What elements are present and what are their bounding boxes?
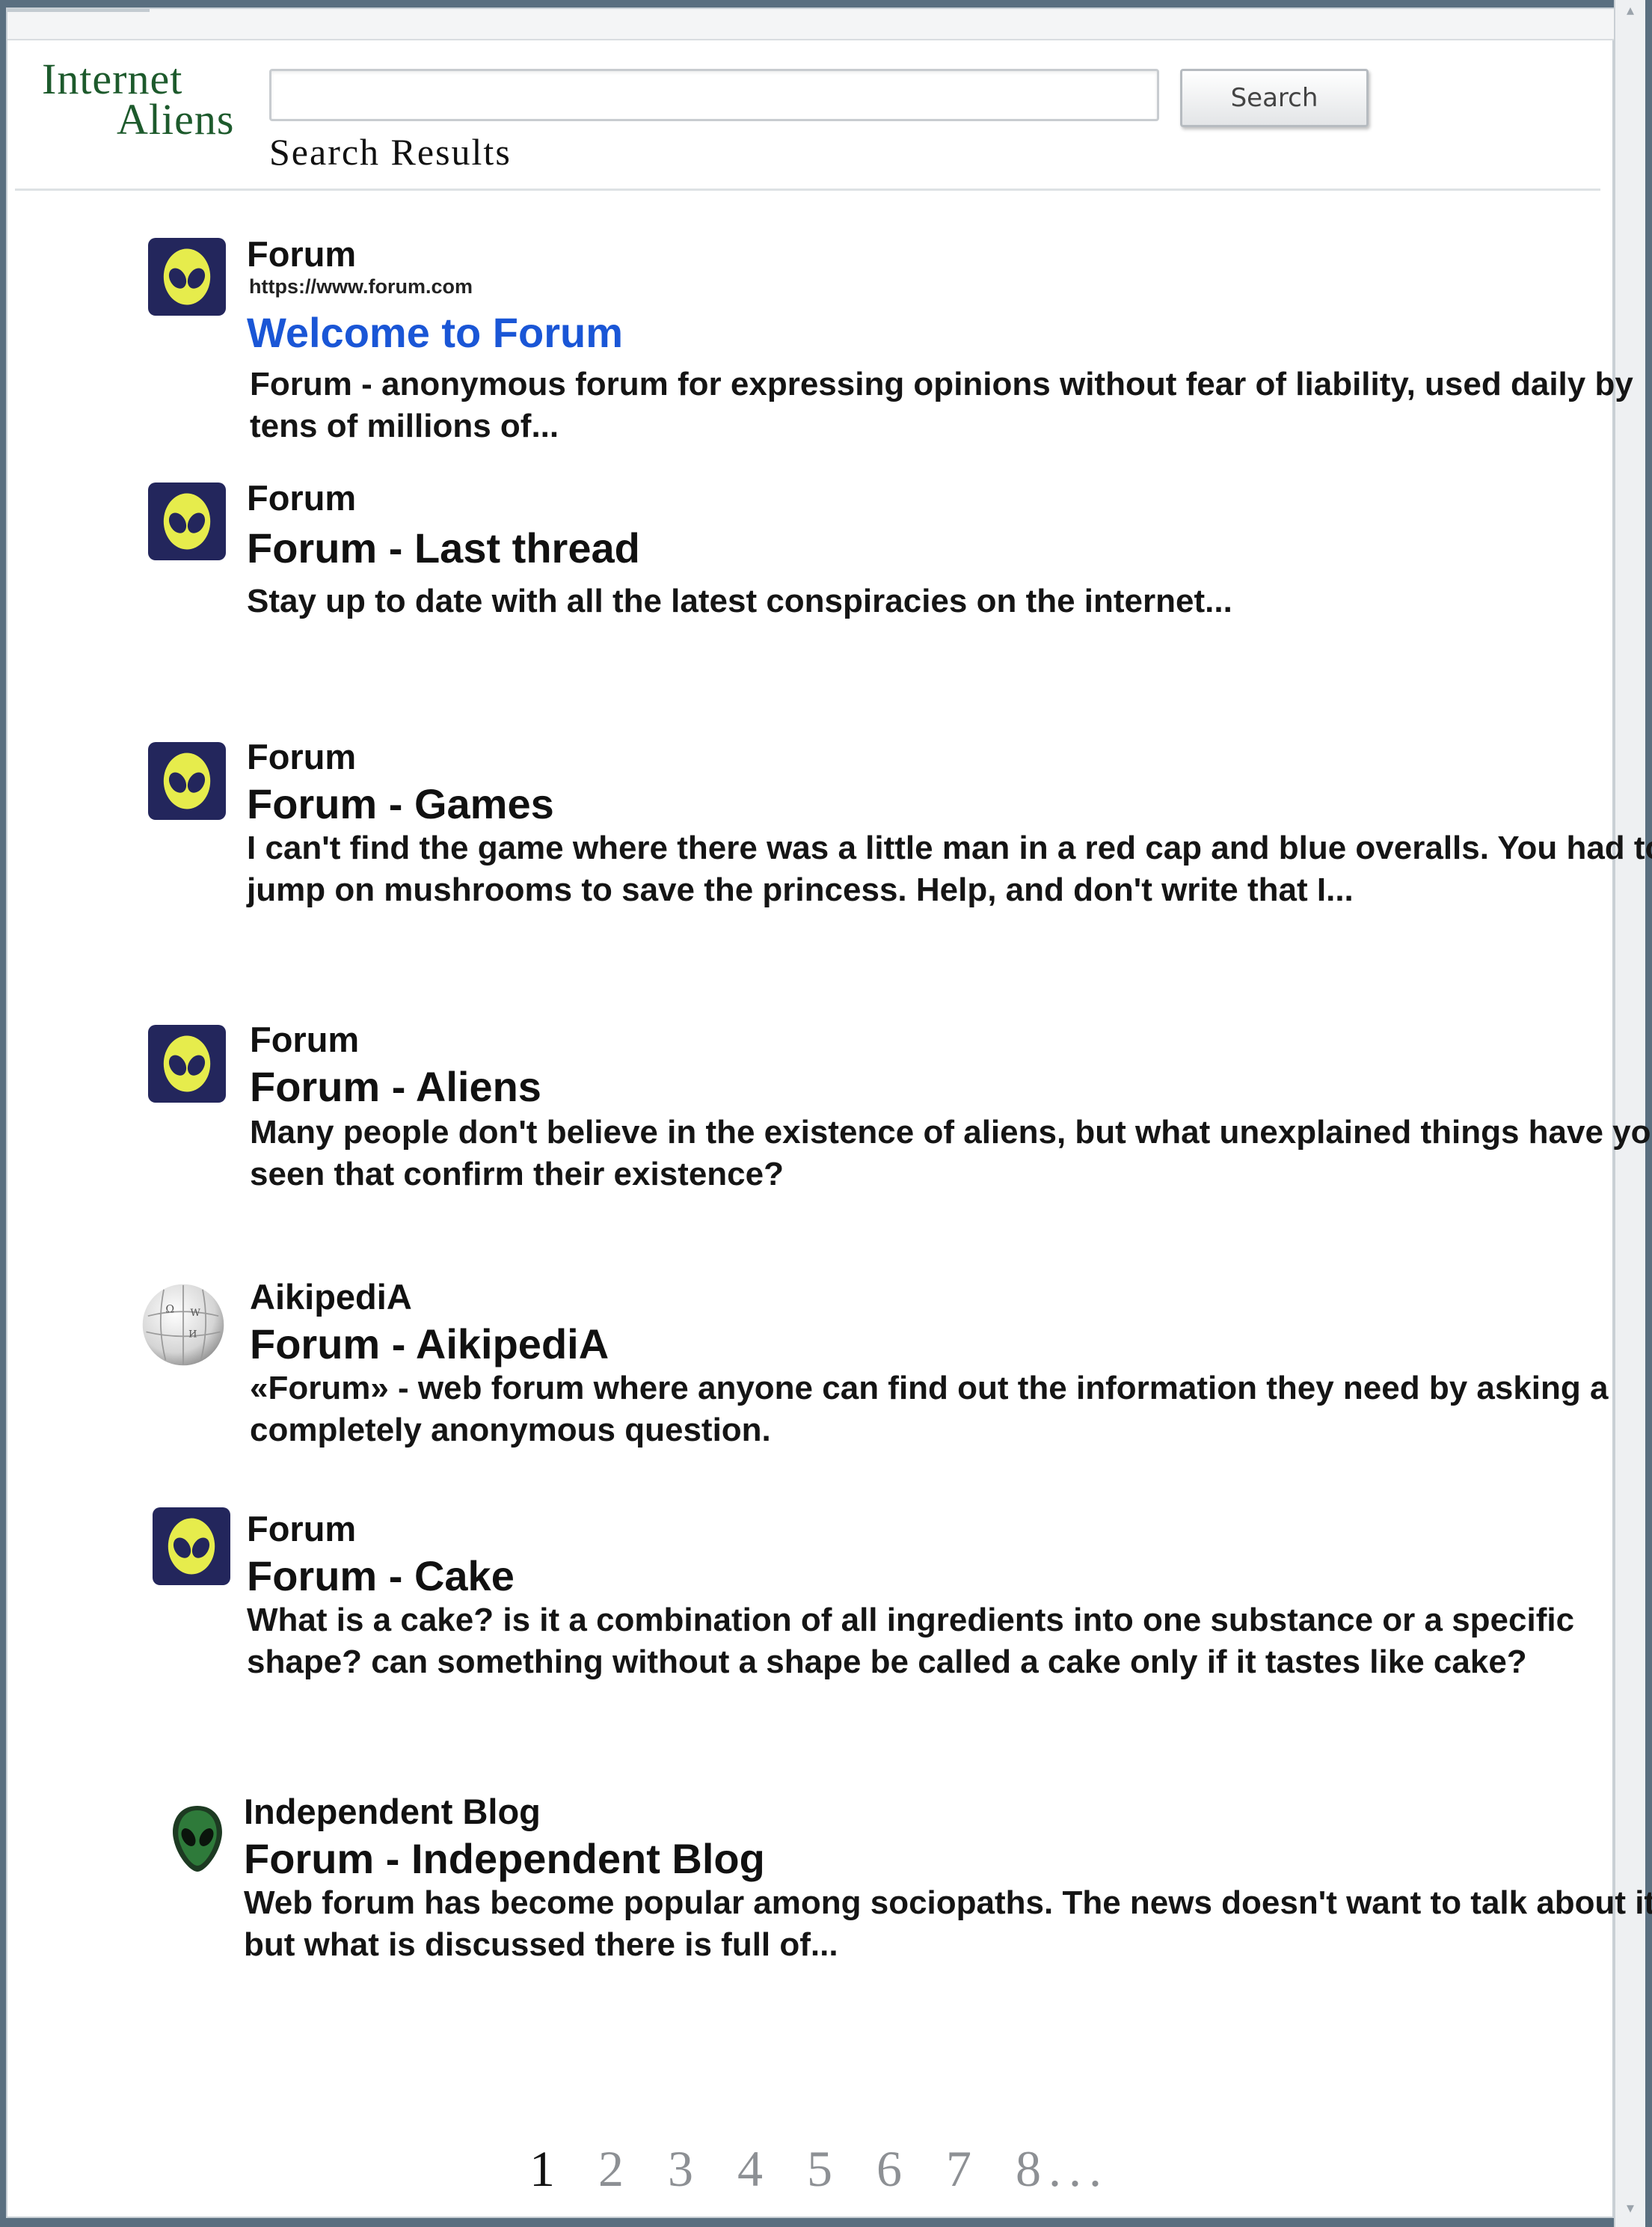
result-site-name: Independent Blog <box>244 1792 541 1831</box>
result-site-name: AikipediA <box>250 1277 412 1317</box>
result-site-name: Forum <box>247 1509 357 1549</box>
result-title-link[interactable]: Forum - Independent Blog <box>244 1834 765 1883</box>
result-snippet: Stay up to date with all the latest cons… <box>247 583 1232 619</box>
results-heading: Search Results <box>269 131 512 173</box>
result-title-link[interactable]: Forum - Cake <box>247 1551 515 1600</box>
result-snippet: Many people don't believe in the existen… <box>250 1114 1652 1192</box>
page-link[interactable]: 7 <box>946 2139 971 2199</box>
page-link[interactable]: 4 <box>737 2139 763 2199</box>
result-snippet: What is a cake? is it a combination of a… <box>247 1602 1575 1680</box>
alien-icon <box>148 1025 226 1103</box>
result-site-name: Forum <box>250 1020 360 1059</box>
page-header: Internet Aliens Search Search Results <box>15 31 1600 191</box>
site-logo[interactable]: Internet Aliens <box>42 54 266 144</box>
result-title-link[interactable]: Forum - Aliens <box>250 1062 541 1111</box>
page-link[interactable]: 5 <box>807 2139 832 2199</box>
page-link[interactable]: 6 <box>876 2139 902 2199</box>
result-snippet: I can't find the game where there was a … <box>247 830 1652 908</box>
result-site-name: Forum <box>247 737 357 776</box>
result-site-name: Forum <box>247 234 357 274</box>
puzzle-globe-icon: Ω W И <box>139 1281 227 1369</box>
page-link[interactable]: 2 <box>598 2139 624 2199</box>
alien-icon <box>148 238 226 316</box>
alien-icon <box>148 742 226 820</box>
alien-icon <box>153 1507 230 1585</box>
svg-text:W: W <box>190 1308 200 1319</box>
result-snippet: Web forum has become popular among socio… <box>244 1884 1652 1963</box>
scroll-down-arrow-icon[interactable]: ▾ <box>1621 2199 1639 2217</box>
page-current[interactable]: 1 <box>529 2139 555 2199</box>
result-title-link[interactable]: Welcome to Forum <box>247 308 623 357</box>
result-site-name: Forum <box>247 478 357 518</box>
result-title-link[interactable]: Forum - AikipediA <box>250 1320 609 1368</box>
svg-text:Ω: Ω <box>165 1303 174 1315</box>
result-url: https://www.forum.com <box>249 275 473 298</box>
dark-alien-icon <box>169 1803 226 1875</box>
result-snippet: Forum - anonymous forum for expressing o… <box>250 366 1633 444</box>
result-title-link[interactable]: Forum - Last thread <box>247 524 640 572</box>
scroll-up-arrow-icon[interactable]: ▴ <box>1621 1 1639 19</box>
alien-icon <box>148 483 226 560</box>
result-snippet: «Forum» - web forum where anyone can fin… <box>250 1370 1609 1448</box>
logo-line2: Aliens <box>117 95 235 144</box>
tab-indicator <box>7 9 150 12</box>
page-link[interactable]: 8... <box>1016 2139 1109 2199</box>
svg-text:И: И <box>188 1329 197 1341</box>
search-input[interactable] <box>269 69 1159 121</box>
result-title-link[interactable]: Forum - Games <box>247 779 554 828</box>
search-button[interactable]: Search <box>1180 69 1369 127</box>
page-link[interactable]: 3 <box>668 2139 693 2199</box>
